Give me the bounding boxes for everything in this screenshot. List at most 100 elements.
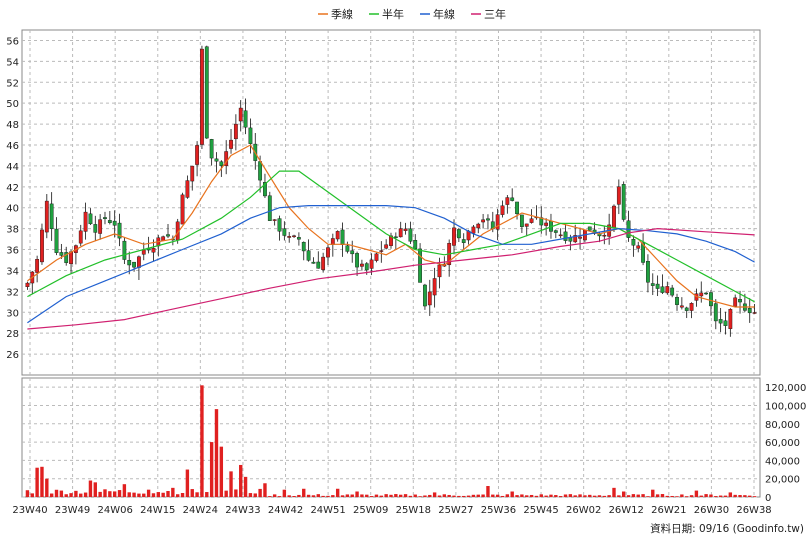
volume-bar bbox=[306, 494, 311, 497]
volume-bar bbox=[151, 493, 156, 497]
volume-tick-label: 0 bbox=[765, 493, 771, 504]
candle-body bbox=[476, 223, 481, 229]
candle-body bbox=[602, 234, 607, 237]
volume-bar bbox=[321, 495, 325, 497]
price-tick-label: 38 bbox=[6, 225, 19, 236]
candle-body bbox=[355, 253, 359, 268]
volume-bar bbox=[389, 494, 393, 497]
volume-bar bbox=[428, 494, 432, 497]
volume-bar bbox=[481, 494, 485, 497]
x-tick-label: 24W42 bbox=[268, 505, 303, 516]
volume-bar bbox=[326, 495, 330, 497]
volume-bar bbox=[64, 494, 68, 497]
candle-body bbox=[578, 236, 582, 239]
candle-body bbox=[282, 228, 287, 236]
price-tick-label: 56 bbox=[6, 36, 19, 47]
volume-bar bbox=[607, 495, 611, 497]
candle-body bbox=[587, 226, 592, 231]
volume-bar bbox=[127, 492, 131, 497]
candle-body bbox=[69, 251, 73, 265]
price-tick-label: 26 bbox=[6, 350, 19, 361]
volume-bar bbox=[185, 469, 190, 497]
volume-bar bbox=[738, 495, 742, 497]
price-plot-frame bbox=[21, 29, 761, 376]
price-tick-label: 28 bbox=[6, 329, 19, 340]
candle-body bbox=[423, 284, 427, 307]
volume-bar bbox=[583, 495, 587, 497]
volume-bar bbox=[394, 494, 398, 497]
price-axis: 26 28 30 32 34 36 38 40 42 44 46 48 50 52 54 56 bbox=[6, 36, 19, 361]
volume-bar bbox=[621, 491, 626, 497]
candle-body bbox=[403, 228, 408, 231]
volume-bar bbox=[161, 492, 165, 497]
candle-body bbox=[233, 123, 238, 140]
candle-body bbox=[132, 261, 136, 268]
candle-body bbox=[190, 165, 195, 182]
price-tick-label: 34 bbox=[6, 266, 19, 277]
volume-bar bbox=[117, 490, 122, 497]
volume-bar bbox=[340, 495, 345, 497]
volume-bar bbox=[457, 495, 461, 497]
price-tick-label: 40 bbox=[6, 204, 19, 215]
volume-bar bbox=[699, 495, 703, 497]
price-tick-label: 42 bbox=[6, 183, 19, 194]
candle-body bbox=[127, 260, 132, 266]
price-tick-label: 32 bbox=[6, 287, 19, 298]
candle-body bbox=[301, 241, 306, 252]
x-tick-label: 26W38 bbox=[736, 505, 771, 516]
candle-body bbox=[418, 248, 422, 283]
candle-body bbox=[510, 197, 515, 201]
volume-bar bbox=[272, 494, 277, 497]
volume-tick-label: 80,000 bbox=[765, 420, 800, 431]
x-tick-label: 25W45 bbox=[523, 505, 558, 516]
price-tick-label: 52 bbox=[6, 78, 19, 89]
volume-bar bbox=[180, 493, 185, 497]
candle-body bbox=[248, 127, 253, 144]
volume-bar bbox=[132, 492, 136, 497]
legend-label: 三年 bbox=[484, 7, 506, 21]
volume-bar bbox=[748, 495, 752, 497]
candle-body bbox=[103, 217, 107, 219]
candle-body bbox=[40, 229, 44, 263]
candle-body bbox=[665, 286, 670, 294]
candle-body bbox=[345, 245, 350, 252]
candle-body bbox=[219, 161, 224, 166]
candle-body bbox=[568, 237, 573, 242]
volume-bar bbox=[612, 487, 616, 497]
candle-body bbox=[166, 234, 170, 237]
candle-body bbox=[398, 228, 403, 238]
candle-body bbox=[723, 320, 728, 326]
candle-body bbox=[437, 264, 442, 278]
volume-bar bbox=[525, 495, 529, 497]
volume-bar bbox=[69, 493, 73, 497]
volume-bar bbox=[486, 486, 490, 497]
volume-bar bbox=[592, 495, 597, 497]
candle-body bbox=[636, 245, 641, 249]
candle-body bbox=[340, 229, 345, 245]
volume-bar bbox=[534, 495, 539, 497]
candle-body bbox=[709, 292, 713, 307]
candle-body bbox=[461, 239, 466, 243]
candle-body bbox=[374, 253, 379, 261]
candle-body bbox=[529, 218, 534, 223]
candle-body bbox=[612, 205, 616, 229]
candle-body bbox=[151, 248, 156, 253]
volume-bar bbox=[423, 495, 427, 497]
volume-bar bbox=[573, 495, 577, 497]
volume-bar bbox=[646, 496, 650, 497]
candle-body bbox=[747, 308, 752, 314]
candle-body bbox=[93, 224, 98, 233]
volume-bar bbox=[752, 496, 757, 497]
volume-bar bbox=[510, 491, 514, 497]
volume-bar bbox=[103, 489, 107, 497]
candle-body bbox=[326, 247, 330, 258]
volume-bar bbox=[413, 494, 417, 497]
candle-body bbox=[713, 303, 718, 322]
candle-body bbox=[679, 305, 684, 308]
volume-bar bbox=[403, 494, 408, 497]
volume-bar bbox=[302, 488, 306, 497]
candle-body bbox=[384, 244, 389, 249]
volume-bar bbox=[176, 494, 180, 497]
volume-bar bbox=[447, 494, 451, 497]
volume-bar bbox=[258, 488, 262, 497]
